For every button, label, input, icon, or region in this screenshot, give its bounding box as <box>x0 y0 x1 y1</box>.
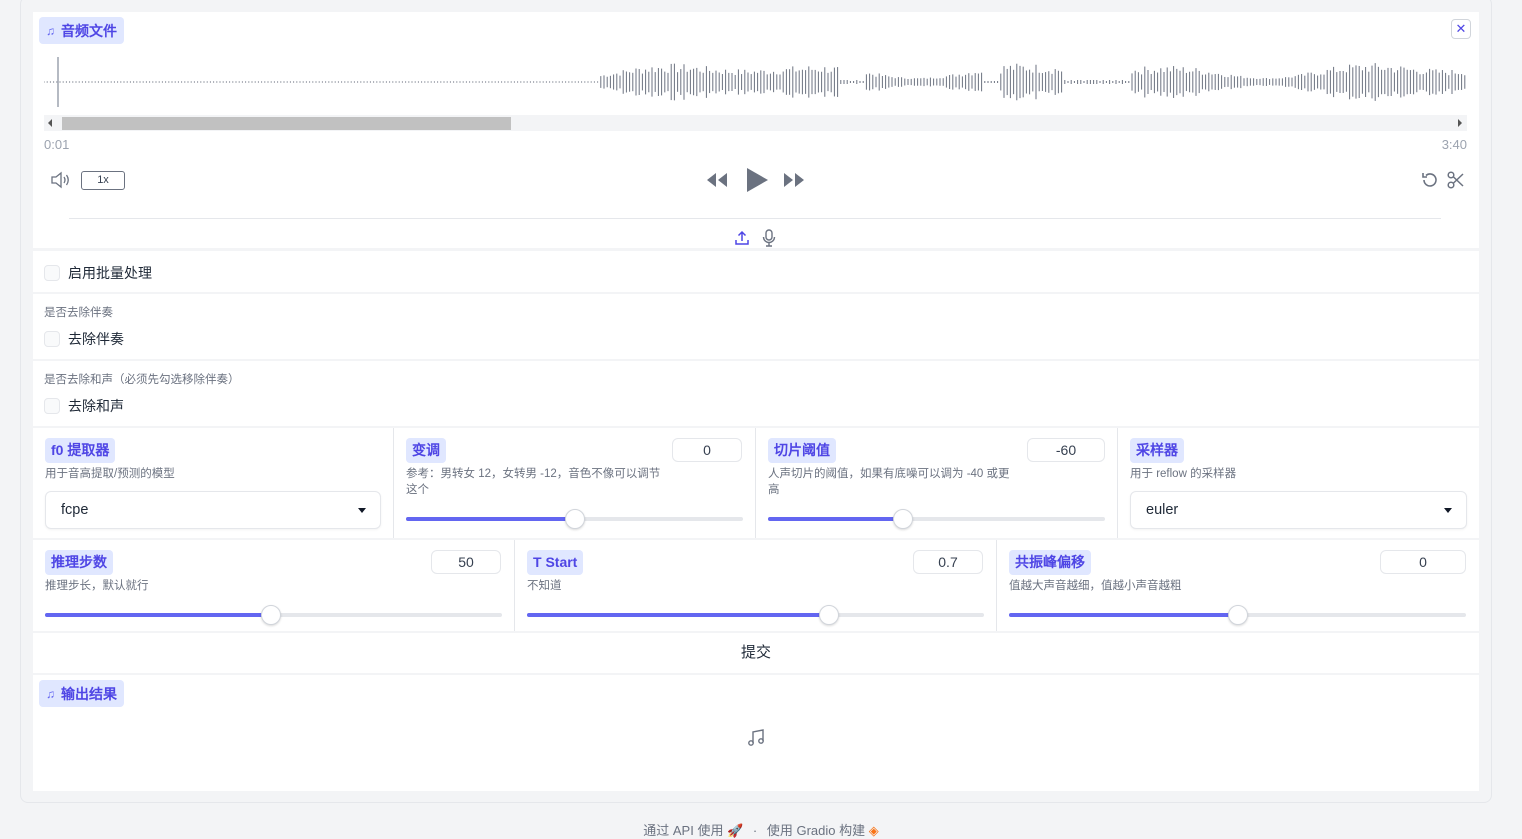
formant-shift-label: 共振峰偏移 <box>1009 550 1091 575</box>
divider <box>1117 428 1118 538</box>
slider-fill <box>1009 613 1238 617</box>
sampler-info: 用于 reflow 的采样器 <box>1130 468 1237 480</box>
music-note-icon: ♫ <box>46 686 55 701</box>
waveform-scrollbar[interactable] <box>44 115 1467 131</box>
slice-threshold-info-line2: 高 <box>768 484 780 496</box>
batch-checkbox-row[interactable]: 启用批量处理 <box>44 263 152 283</box>
remove-accompaniment-title: 是否去除伴奏 <box>44 307 113 319</box>
t-start-input[interactable]: 0.7 <box>913 550 983 574</box>
t-start-info: 不知道 <box>527 580 562 592</box>
f0-extractor-label: f0 提取器 <box>45 438 116 463</box>
rocket-icon: 🚀 <box>727 823 744 838</box>
audio-input-label: ♫ 音频文件 <box>39 17 124 44</box>
formant-shift-info: 值越大声音越细，值越小声音越粗 <box>1009 580 1182 592</box>
remove-harmony-checkbox[interactable] <box>44 398 60 414</box>
sampler-dropdown[interactable]: euler <box>1130 491 1467 529</box>
t-start-slider[interactable] <box>527 605 984 625</box>
volume-icon[interactable] <box>49 170 73 190</box>
divider <box>393 428 394 538</box>
slider-thumb[interactable] <box>818 605 839 625</box>
slice-threshold-info-line1: 人声切片的阈值，如果有底噪可以调为 -40 或更 <box>768 468 1010 480</box>
f0-extractor-dropdown[interactable]: fcpe <box>45 491 381 529</box>
total-time: 3:40 <box>1441 137 1467 152</box>
divider <box>514 540 515 631</box>
output-label: ♫ 输出结果 <box>39 680 124 707</box>
rewind-icon[interactable] <box>705 171 729 189</box>
playback-speed-button[interactable]: 1x <box>81 171 125 190</box>
sampler-label: 采样器 <box>1130 438 1184 463</box>
gradio-logo-icon: ◈ <box>868 823 879 838</box>
pitch-info-line2: 这个 <box>406 484 429 496</box>
remove-accompaniment-panel: 是否去除伴奏 去除伴奏 <box>33 294 1479 359</box>
gradio-link[interactable]: 使用 Gradio 构建 ◈ <box>767 823 879 838</box>
output-panel: ♫ 输出结果 <box>33 675 1479 791</box>
slider-fill <box>527 613 829 617</box>
chevron-down-icon <box>1444 508 1452 513</box>
slider-thumb[interactable] <box>564 509 585 529</box>
slice-threshold-slider[interactable] <box>768 509 1105 529</box>
audio-input-panel: ♫ 音频文件 ✕ 0:01 3:40 1x <box>33 12 1479 248</box>
scroll-right-arrow[interactable] <box>1458 119 1462 127</box>
pitch-label: 变调 <box>406 438 446 463</box>
params-row-1: f0 提取器 用于音高提取/预测的模型 fcpe 变调 0 参考：男转女 12，… <box>33 428 1479 538</box>
infer-steps-label: 推理步数 <box>45 550 113 575</box>
slice-threshold-input[interactable]: -60 <box>1027 438 1105 462</box>
current-time: 0:01 <box>44 137 70 152</box>
remove-harmony-panel: 是否去除和声（必须先勾选移除伴奏） 去除和声 <box>33 361 1479 426</box>
waveform[interactable] <box>44 52 1468 112</box>
fast-forward-icon[interactable] <box>782 171 806 189</box>
pitch-info-line1: 参考：男转女 12，女转男 -12，音色不像可以调节 <box>406 468 661 480</box>
infer-steps-input[interactable]: 50 <box>431 550 501 574</box>
clear-audio-button[interactable]: ✕ <box>1451 19 1471 39</box>
music-note-icon: ♫ <box>46 23 55 38</box>
api-link[interactable]: 通过 API 使用 🚀 <box>643 823 743 838</box>
slider-fill <box>406 517 575 521</box>
formant-shift-slider[interactable] <box>1009 605 1466 625</box>
footer: 通过 API 使用 🚀 · 使用 Gradio 构建 ◈ <box>643 823 879 838</box>
remove-harmony-row[interactable]: 去除和声 <box>44 396 124 416</box>
t-start-label: T Start <box>527 550 584 575</box>
slider-thumb[interactable] <box>892 509 913 529</box>
scrollbar-thumb[interactable] <box>62 117 511 130</box>
formant-shift-input[interactable]: 0 <box>1380 550 1466 574</box>
params-row-2: 推理步数 50 推理步长，默认就行 T Start 0.7 不知道 共振峰偏移 … <box>33 540 1479 631</box>
music-note-icon <box>748 729 764 746</box>
slider-thumb[interactable] <box>261 605 282 625</box>
f0-extractor-info: 用于音高提取/预测的模型 <box>45 468 175 480</box>
scroll-left-arrow[interactable] <box>48 119 52 127</box>
chevron-down-icon <box>358 508 366 513</box>
remove-harmony-title: 是否去除和声（必须先勾选移除伴奏） <box>44 374 240 386</box>
pitch-input[interactable]: 0 <box>672 438 742 462</box>
batch-panel: 启用批量处理 <box>33 251 1479 292</box>
submit-button[interactable]: 提交 <box>33 633 1479 673</box>
play-icon[interactable] <box>744 166 770 194</box>
slider-fill <box>768 517 903 521</box>
divider <box>996 540 997 631</box>
close-icon: ✕ <box>1455 21 1467 36</box>
remove-accompaniment-row[interactable]: 去除伴奏 <box>44 329 124 349</box>
slider-thumb[interactable] <box>1227 605 1248 625</box>
slice-threshold-label: 切片阈值 <box>768 438 836 463</box>
infer-steps-info: 推理步长，默认就行 <box>45 580 149 592</box>
infer-steps-slider[interactable] <box>45 605 502 625</box>
remove-accompaniment-checkbox[interactable] <box>44 331 60 347</box>
pitch-slider[interactable] <box>406 509 743 529</box>
undo-icon[interactable] <box>1420 170 1440 190</box>
scissors-icon[interactable] <box>1446 170 1466 190</box>
divider <box>755 428 756 538</box>
batch-checkbox[interactable] <box>44 265 60 281</box>
upload-icon[interactable] <box>734 230 750 246</box>
microphone-icon[interactable] <box>761 229 777 247</box>
controls-divider <box>69 218 1441 219</box>
slider-fill <box>45 613 272 617</box>
